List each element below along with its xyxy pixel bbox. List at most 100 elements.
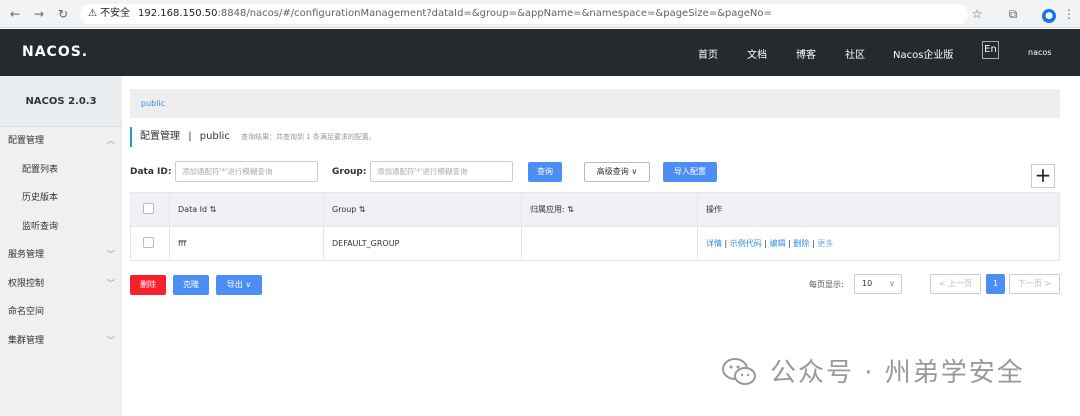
- group-input[interactable]: 添加通配符'*'进行模糊查询: [370, 161, 513, 182]
- page-size-select[interactable]: 10 ∨: [854, 274, 902, 294]
- cell-group: DEFAULT_GROUP: [323, 227, 521, 260]
- page-title-namespace: public: [199, 131, 230, 142]
- nav-community[interactable]: 社区: [845, 46, 865, 61]
- advanced-query-label: 高级查询: [596, 167, 629, 176]
- export-label: 导出: [226, 280, 243, 289]
- sidebar-item-label: 监听查询: [22, 221, 59, 232]
- col-label: 操作: [706, 205, 722, 214]
- url-host: 192.168.150.50: [138, 8, 218, 19]
- url-path: :8848/nacos/#/configurationManagement?da…: [217, 8, 772, 19]
- sample-code-link[interactable]: 示例代码: [730, 239, 762, 248]
- page-size-value: 10: [862, 279, 873, 288]
- sidebar-item-namespace[interactable]: 命名空间: [0, 298, 122, 327]
- nav-enterprise[interactable]: Nacos企业版: [893, 46, 953, 61]
- sidebar-item-label: 配置列表: [22, 164, 59, 175]
- col-label: Group: [332, 205, 357, 214]
- delete-button[interactable]: 删除: [130, 275, 166, 295]
- sidebar-item-label: 配置管理: [8, 136, 45, 146]
- edit-link[interactable]: 编辑: [770, 239, 786, 248]
- current-page-button[interactable]: 1: [986, 274, 1005, 294]
- more-link[interactable]: 更多: [817, 239, 833, 248]
- clone-button[interactable]: 克隆: [173, 275, 209, 295]
- dataid-label: Data ID:: [130, 167, 172, 177]
- prev-page-button[interactable]: < 上一页: [930, 274, 981, 294]
- language-switch[interactable]: En: [982, 41, 999, 59]
- config-table: Data Id ⇅ Group ⇅ 归属应用: ⇅ 操作 fff DEFAULT…: [130, 192, 1060, 261]
- dataid-input[interactable]: 添加通配符'*'进行模糊查询: [175, 161, 318, 182]
- action-separator: |: [724, 239, 728, 248]
- browser-toolbar: ← → ↻ ⚠ 不安全 192.168.150.50:8848/nacos/#/…: [0, 0, 1080, 28]
- advanced-query-button[interactable]: 高级查询 ∨: [584, 162, 650, 182]
- watermark-text: 公众号 · 州弟学安全: [770, 358, 1025, 388]
- reload-icon[interactable]: ↻: [54, 5, 72, 23]
- col-label: 归属应用:: [530, 205, 565, 214]
- nav-blog[interactable]: 博客: [796, 46, 816, 61]
- chevron-down-icon: ∨: [245, 280, 252, 289]
- col-app[interactable]: 归属应用: ⇅: [521, 193, 695, 226]
- user-menu[interactable]: nacos: [1028, 48, 1051, 57]
- sidebar-item-listener-query[interactable]: 监听查询: [0, 213, 122, 242]
- cell-data-id: fff: [169, 227, 321, 260]
- col-actions: 操作: [697, 193, 1059, 226]
- delete-link[interactable]: 删除: [793, 239, 809, 248]
- cell-app: [521, 227, 695, 260]
- nav-docs[interactable]: 文档: [747, 46, 767, 61]
- sidebar-item-label: 命名空间: [8, 307, 45, 317]
- top-navigation: NACOS. 首页 文档 博客 社区 Nacos企业版 En nacos: [0, 29, 1080, 76]
- sort-icon[interactable]: ⇅: [210, 205, 217, 214]
- action-separator: |: [788, 239, 791, 248]
- url-text: 192.168.150.50:8848/nacos/#/configuratio…: [138, 4, 772, 24]
- menu-icon[interactable]: ⋮: [1060, 5, 1078, 23]
- sidebar-item-config-management[interactable]: 配置管理 ︿: [0, 127, 122, 156]
- result-summary: 查询结果：共查询到 1 条满足要求的配置。: [241, 133, 376, 141]
- sidebar: NACOS 2.0.3 配置管理 ︿ 配置列表 历史版本 监听查询 服务管理 ﹀ 权…: [0, 76, 122, 416]
- row-checkbox[interactable]: [143, 237, 154, 248]
- sidebar-item-label: 历史版本: [22, 193, 59, 203]
- col-group[interactable]: Group ⇅: [323, 193, 521, 226]
- detail-link[interactable]: 详情: [706, 239, 722, 248]
- sidebar-item-config-list[interactable]: 配置列表: [0, 156, 122, 185]
- table-row: fff DEFAULT_GROUP 详情 | 示例代码 | 编辑 | 删除 | …: [131, 227, 1059, 260]
- security-warning[interactable]: ⚠ 不安全: [88, 4, 130, 24]
- chevron-up-icon: ︿: [107, 136, 115, 145]
- sort-icon[interactable]: ⇅: [567, 205, 574, 214]
- profile-icon[interactable]: ●: [1040, 5, 1058, 23]
- nav-home[interactable]: 首页: [698, 46, 718, 61]
- version-label: NACOS 2.0.3: [0, 76, 122, 127]
- select-all-checkbox[interactable]: [143, 203, 154, 214]
- sidebar-item-cluster-management[interactable]: 集群管理 ﹀: [0, 327, 122, 356]
- cell-actions: 详情 | 示例代码 | 编辑 | 删除 | 更多: [697, 227, 1059, 260]
- back-arrow-icon[interactable]: ←: [6, 5, 24, 23]
- chevron-down-icon: ﹀: [107, 250, 115, 259]
- nacos-logo[interactable]: NACOS.: [22, 44, 88, 60]
- next-page-button[interactable]: 下一页 >: [1009, 274, 1060, 294]
- page-title-text: 配置管理: [140, 131, 180, 142]
- action-separator: |: [811, 239, 815, 248]
- extensions-icon[interactable]: ⧉: [1004, 5, 1022, 23]
- action-separator: |: [764, 239, 768, 248]
- star-icon[interactable]: ☆: [968, 5, 986, 23]
- col-data-id[interactable]: Data Id ⇅: [169, 193, 321, 226]
- table-header: Data Id ⇅ Group ⇅ 归属应用: ⇅ 操作: [131, 193, 1059, 227]
- sidebar-item-access-control[interactable]: 权限控制 ﹀: [0, 270, 122, 299]
- export-button[interactable]: 导出 ∨: [216, 275, 262, 295]
- add-config-button[interactable]: +: [1031, 164, 1055, 188]
- import-config-button[interactable]: 导入配置: [663, 162, 717, 182]
- sidebar-item-label: 服务管理: [8, 250, 45, 260]
- group-label: Group:: [332, 167, 367, 177]
- page-title: 配置管理 | public 查询结果：共查询到 1 条满足要求的配置。: [130, 127, 376, 147]
- sidebar-item-history[interactable]: 历史版本: [0, 184, 122, 213]
- forward-arrow-icon[interactable]: →: [30, 5, 48, 23]
- address-bar[interactable]: ⚠ 不安全 192.168.150.50:8848/nacos/#/config…: [80, 4, 968, 24]
- namespace-link[interactable]: public: [141, 99, 165, 108]
- query-button[interactable]: 查询: [528, 162, 562, 182]
- sort-icon[interactable]: ⇅: [359, 205, 366, 214]
- chevron-down-icon: ﹀: [107, 335, 115, 345]
- page-size-label: 每页显示:: [809, 280, 844, 289]
- chevron-down-icon: ∨: [889, 279, 895, 288]
- wechat-icon: [722, 358, 756, 385]
- namespace-breadcrumb: public: [130, 89, 1060, 118]
- sidebar-item-service-management[interactable]: 服务管理 ﹀: [0, 241, 122, 270]
- sidebar-item-label: 集群管理: [8, 335, 45, 346]
- chevron-down-icon: ﹀: [107, 278, 115, 288]
